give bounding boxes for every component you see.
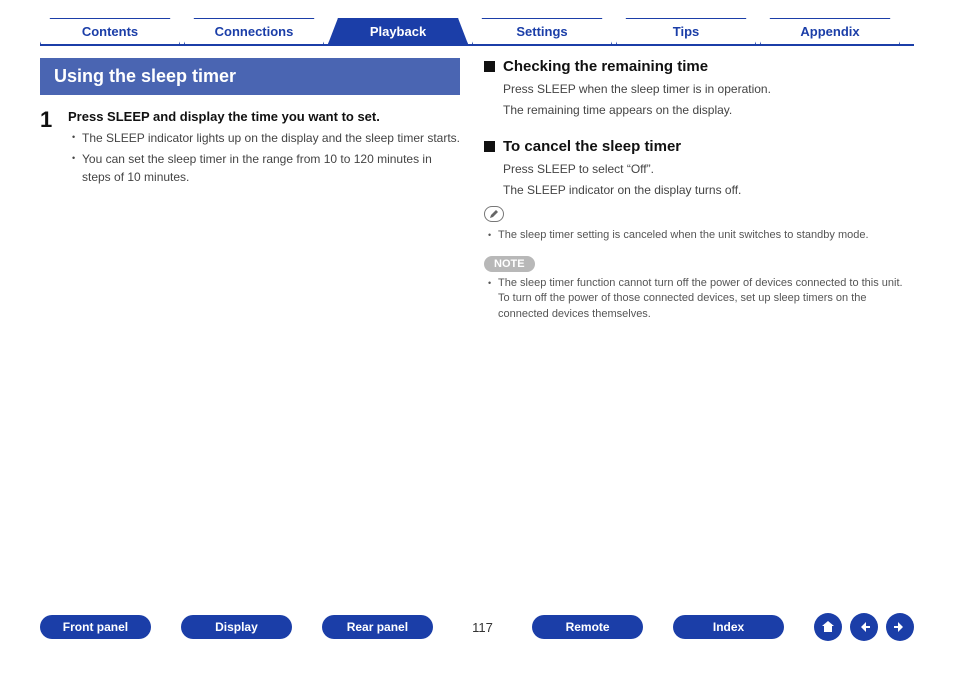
note-list: The sleep timer function cannot turn off… <box>484 276 904 324</box>
tab-playback[interactable]: Playback <box>328 18 468 44</box>
step-title: Press SLEEP and display the time you wan… <box>68 109 460 124</box>
nav-rear-panel[interactable]: Rear panel <box>322 615 433 639</box>
tab-contents[interactable]: Contents <box>40 18 180 44</box>
page-content: Using the sleep timer 1 Press SLEEP and … <box>0 46 954 327</box>
page-number: 117 <box>463 620 502 635</box>
home-icon[interactable] <box>814 613 842 641</box>
bullet-item: You can set the sleep timer in the range… <box>72 151 460 186</box>
right-column: Checking the remaining time Press SLEEP … <box>484 58 904 327</box>
pencil-icon <box>484 206 504 222</box>
nav-index[interactable]: Index <box>673 615 784 639</box>
paragraph: Press SLEEP to select “Off”. <box>503 161 904 178</box>
subheading-cancel: To cancel the sleep timer <box>484 138 904 155</box>
step-1: 1 Press SLEEP and display the time you w… <box>40 109 460 190</box>
square-bullet-icon <box>484 61 495 72</box>
section-heading: Using the sleep timer <box>40 58 460 95</box>
prev-page-icon[interactable] <box>850 613 878 641</box>
bottom-nav: Front panel Display Rear panel 117 Remot… <box>40 613 914 641</box>
tab-appendix[interactable]: Appendix <box>760 18 900 44</box>
tip-list: The sleep timer setting is canceled when… <box>484 228 904 244</box>
top-tabs: Contents Connections Playback Settings T… <box>0 0 954 44</box>
square-bullet-icon <box>484 141 495 152</box>
nav-front-panel[interactable]: Front panel <box>40 615 151 639</box>
subheading-text: To cancel the sleep timer <box>503 138 681 155</box>
nav-display[interactable]: Display <box>181 615 292 639</box>
left-column: Using the sleep timer 1 Press SLEEP and … <box>40 58 460 327</box>
paragraph: Press SLEEP when the sleep timer is in o… <box>503 81 904 98</box>
tab-tips[interactable]: Tips <box>616 18 756 44</box>
subheading-text: Checking the remaining time <box>503 58 708 75</box>
nav-remote[interactable]: Remote <box>532 615 643 639</box>
step-number: 1 <box>40 109 58 190</box>
tab-connections[interactable]: Connections <box>184 18 324 44</box>
paragraph: The SLEEP indicator on the display turns… <box>503 182 904 199</box>
bullet-item: The sleep timer function cannot turn off… <box>488 276 904 324</box>
nav-icon-group <box>814 613 914 641</box>
paragraph: The remaining time appears on the displa… <box>503 102 904 119</box>
bullet-item: The SLEEP indicator lights up on the dis… <box>72 130 460 147</box>
subheading-checking: Checking the remaining time <box>484 58 904 75</box>
tab-settings[interactable]: Settings <box>472 18 612 44</box>
note-badge: NOTE <box>484 256 535 272</box>
next-page-icon[interactable] <box>886 613 914 641</box>
bullet-item: The sleep timer setting is canceled when… <box>488 228 904 244</box>
step-bullets: The SLEEP indicator lights up on the dis… <box>68 130 460 186</box>
